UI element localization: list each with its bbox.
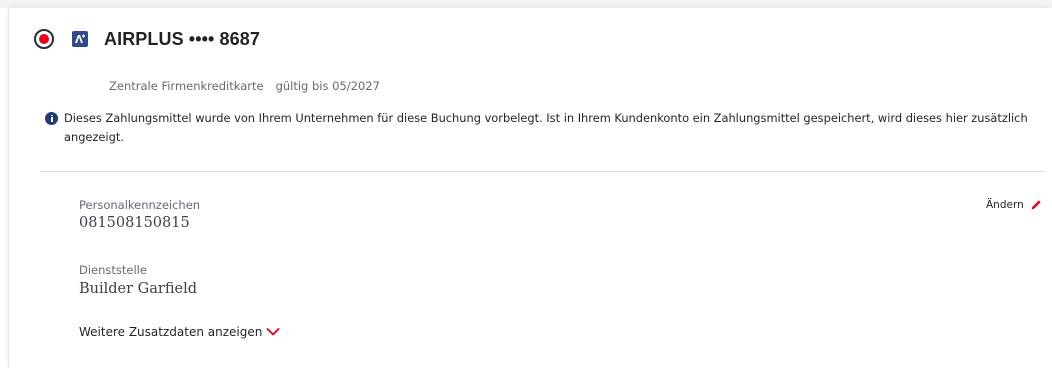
- info-icon: [45, 112, 58, 125]
- info-message: Dieses Zahlungsmittel wurde von Ihrem Un…: [64, 111, 1028, 144]
- page: AIRPLUS •••• 8687 Zentrale Firmenkreditk…: [0, 0, 1052, 368]
- field-value-dienststelle: Builder Garfield: [79, 281, 198, 297]
- airplus-card-icon: [72, 31, 88, 47]
- card-valid-until: gültig bis 05/2027: [275, 79, 380, 93]
- divider: [40, 171, 1044, 172]
- card-type: Zentrale Firmenkreditkarte: [109, 79, 264, 93]
- edit-button[interactable]: Ändern: [986, 199, 1042, 211]
- chevron-down-icon: [266, 328, 280, 336]
- top-strip: [0, 0, 1052, 8]
- field-label-personalkennzeichen: Personalkennzeichen: [79, 198, 201, 212]
- radio-selected-dot: [39, 34, 49, 44]
- field-label-dienststelle: Dienststelle: [79, 263, 147, 277]
- show-more-label: Weitere Zusatzdaten anzeigen: [79, 325, 263, 339]
- payment-method-radio[interactable]: [34, 29, 54, 49]
- payment-method-card: [8, 8, 1052, 368]
- pencil-icon: [1031, 200, 1041, 210]
- field-value-personalkennzeichen: 081508150815: [79, 215, 190, 231]
- payment-method-meta: Zentrale Firmenkreditkarte gültig bis 05/…: [109, 78, 380, 94]
- show-more-data-button[interactable]: Weitere Zusatzdaten anzeigen: [79, 323, 280, 341]
- edit-label: Ändern: [986, 199, 1024, 211]
- payment-method-name: AIRPLUS •••• 8687: [104, 29, 260, 49]
